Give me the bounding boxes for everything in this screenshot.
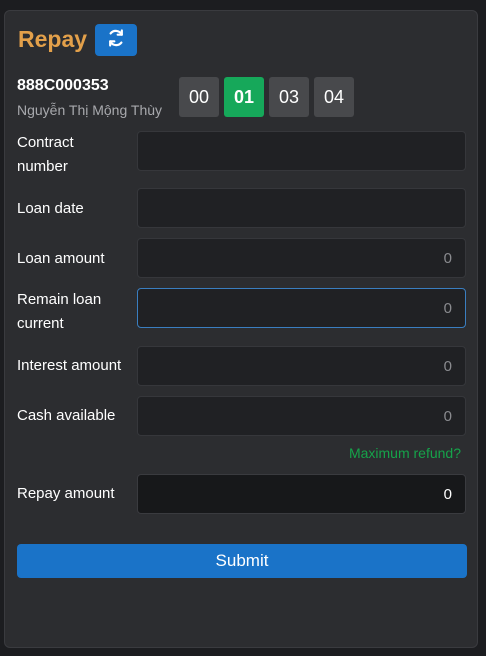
loan-date-label: Loan date	[17, 200, 84, 217]
subaccount-tab-04[interactable]: 04	[314, 77, 354, 117]
account-id: 888C000353	[17, 77, 109, 94]
repay-amount-label: Repay amount	[17, 485, 115, 502]
repay-amount-input[interactable]: 0	[137, 474, 466, 514]
submit-button[interactable]: Submit	[17, 544, 467, 578]
contract-number-field[interactable]	[137, 131, 466, 171]
interest-amount-label: Interest amount	[17, 357, 122, 374]
cash-available-field[interactable]: 0	[137, 396, 466, 436]
remain-loan-label: Remain loan current	[17, 288, 101, 336]
refresh-button[interactable]	[95, 24, 137, 56]
loan-amount-field[interactable]: 0	[137, 238, 466, 278]
contract-number-label-line1: Contract	[17, 134, 74, 151]
cash-available-label: Cash available	[17, 407, 116, 424]
panel-title: Repay	[18, 26, 88, 52]
refresh-icon	[106, 28, 126, 53]
remain-loan-label-line2: current	[17, 315, 64, 332]
contract-number-label-line2: number	[17, 158, 68, 175]
subaccount-tab-00[interactable]: 00	[179, 77, 219, 117]
subaccount-tab-01[interactable]: 01	[224, 77, 264, 117]
subaccount-tab-03[interactable]: 03	[269, 77, 309, 117]
loan-date-field[interactable]	[137, 188, 466, 228]
interest-amount-field[interactable]: 0	[137, 346, 466, 386]
repay-panel: Repay 888C000353 Nguyễn Thị Mộng Thùy 00…	[4, 10, 478, 648]
remain-loan-field[interactable]: 0	[137, 288, 466, 328]
loan-amount-label: Loan amount	[17, 250, 105, 267]
contract-number-label: Contract number	[17, 131, 74, 179]
account-name: Nguyễn Thị Mộng Thùy	[17, 102, 163, 118]
remain-loan-label-line1: Remain loan	[17, 291, 102, 308]
maximum-refund-link[interactable]: Maximum refund?	[349, 445, 461, 461]
